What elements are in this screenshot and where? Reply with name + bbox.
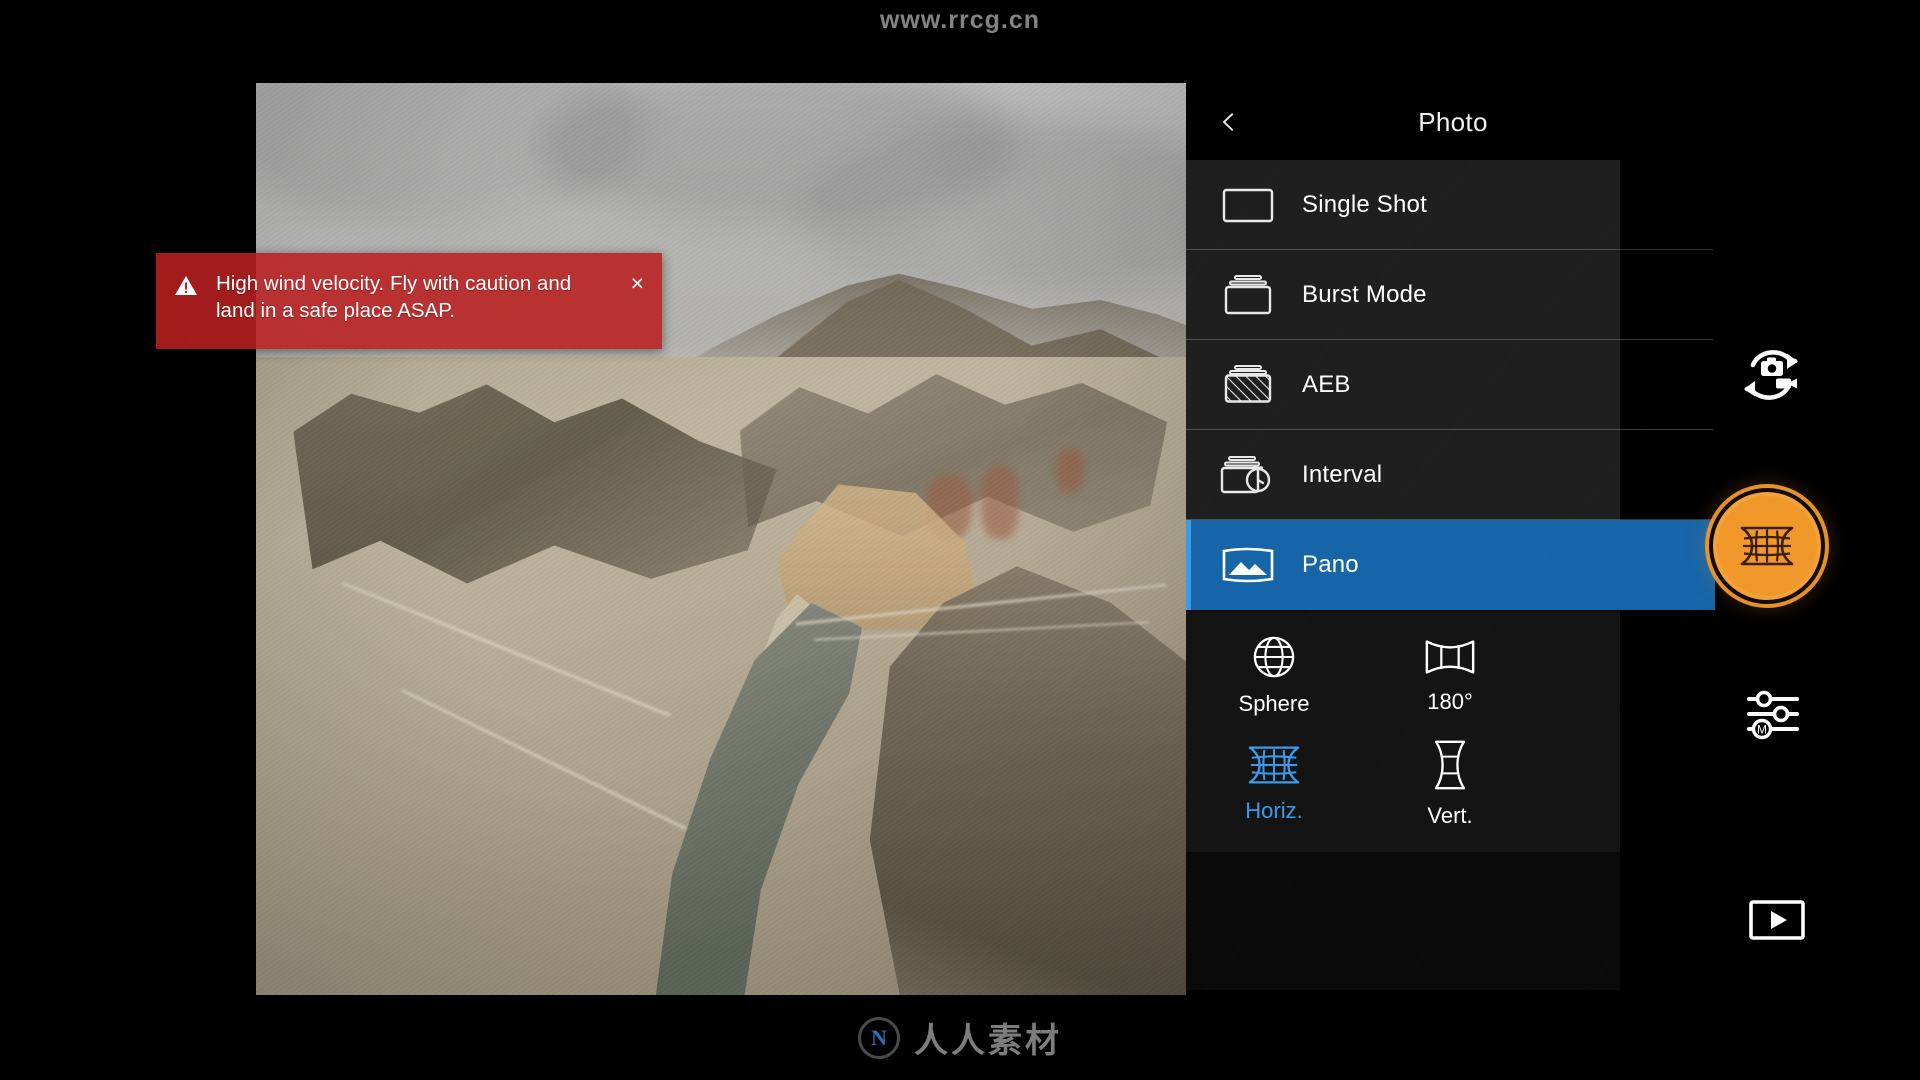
mode-row-burst-mode[interactable]: Burst Mode bbox=[1186, 250, 1713, 340]
panorama-icon bbox=[1216, 541, 1280, 589]
playback-icon[interactable] bbox=[1748, 898, 1806, 942]
site-watermark-bottom: N 人人素材 bbox=[0, 1013, 1920, 1062]
pano-option-180[interactable]: 180° bbox=[1362, 622, 1538, 730]
frame-timer-icon bbox=[1216, 451, 1280, 499]
camera-video-swap-icon[interactable] bbox=[1735, 345, 1807, 405]
selection-indicator bbox=[1186, 520, 1191, 610]
pano-option-label: Sphere bbox=[1238, 691, 1310, 716]
pano-option-sphere[interactable]: Sphere bbox=[1186, 622, 1362, 730]
wind-warning-toast[interactable]: High wind velocity. Fly with caution and… bbox=[156, 253, 662, 349]
live-video-preview[interactable] bbox=[256, 83, 1186, 995]
vertical-grid-icon bbox=[1431, 739, 1469, 791]
close-icon[interactable]: × bbox=[631, 272, 644, 295]
drone-camera-app: High wind velocity. Fly with caution and… bbox=[0, 0, 1920, 1080]
mode-label: AEB bbox=[1302, 371, 1351, 398]
brand-logo-icon: N bbox=[858, 1016, 900, 1059]
svg-text:M: M bbox=[1757, 723, 1767, 737]
brand-watermark-text: 人人素材 bbox=[914, 1022, 1062, 1060]
warning-triangle-icon bbox=[174, 274, 198, 298]
page-title: Photo bbox=[1418, 106, 1488, 137]
site-watermark-top: www.rrcg.cn bbox=[879, 6, 1041, 34]
chevron-left-icon[interactable] bbox=[1218, 111, 1240, 133]
pano-option-vert[interactable]: Vert. bbox=[1362, 730, 1538, 838]
panel-header: Photo bbox=[1186, 84, 1720, 160]
mode-row-single-shot[interactable]: Single Shot bbox=[1186, 160, 1713, 250]
mode-row-interval[interactable]: Interval bbox=[1186, 430, 1713, 520]
pano-option-label: Horiz. bbox=[1245, 798, 1303, 823]
pano-options-group: Sphere 180° Horiz. Vert. bbox=[1186, 612, 1620, 852]
hatched-frame-icon bbox=[1216, 361, 1280, 409]
warning-message: High wind velocity. Fly with caution and… bbox=[216, 272, 572, 322]
manual-settings-icon[interactable]: M bbox=[1742, 685, 1804, 747]
pano-option-horiz[interactable]: Horiz. bbox=[1186, 730, 1362, 838]
mode-row-pano[interactable]: Pano bbox=[1186, 520, 1715, 610]
shutter-button[interactable] bbox=[1713, 492, 1821, 600]
mode-label: Interval bbox=[1302, 461, 1383, 488]
pano-grid-shutter-icon bbox=[1738, 525, 1796, 567]
mode-label: Burst Mode bbox=[1302, 281, 1427, 308]
vignette bbox=[256, 83, 1186, 995]
mode-label: Pano bbox=[1302, 551, 1359, 578]
sphere-globe-icon bbox=[1252, 635, 1296, 679]
horizontal-grid-icon bbox=[1246, 744, 1302, 786]
single-frame-icon bbox=[1216, 181, 1280, 229]
mode-label: Single Shot bbox=[1302, 191, 1427, 218]
stacked-frames-icon bbox=[1216, 271, 1280, 319]
pano-option-label: Vert. bbox=[1427, 803, 1473, 828]
mode-row-aeb[interactable]: AEB bbox=[1186, 340, 1713, 430]
wide-180-icon bbox=[1423, 637, 1477, 677]
photo-mode-list: Single Shot Burst Mode AEB Interval Pano bbox=[1186, 160, 1715, 610]
pano-option-label: 180° bbox=[1427, 689, 1473, 714]
